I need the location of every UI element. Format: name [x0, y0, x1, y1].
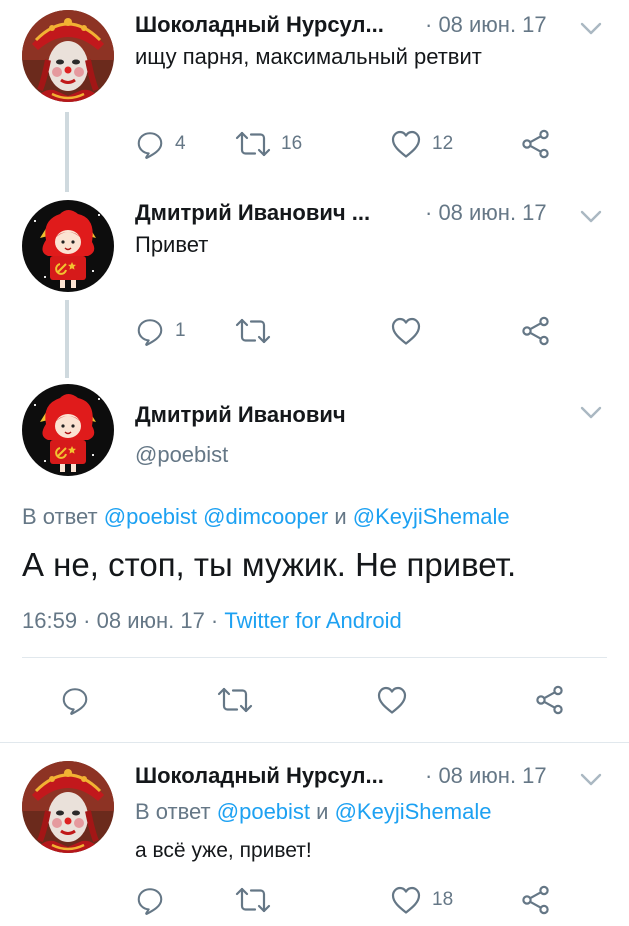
author-name[interactable]: Дмитрий Иванович	[135, 402, 346, 428]
share-button[interactable]	[520, 127, 552, 161]
reply-icon	[60, 685, 90, 715]
reply-count: 4	[175, 133, 186, 154]
mention-link[interactable]: @dimcooper	[203, 504, 328, 529]
tweet-actions: 18	[135, 883, 595, 917]
author-name[interactable]: Дмитрий Иванович ...	[135, 200, 370, 226]
share-icon	[520, 129, 552, 159]
share-icon	[520, 316, 552, 346]
heart-icon	[390, 885, 422, 915]
reply-context: В ответ @poebist @dimcooper и @KeyjiShem…	[22, 504, 510, 530]
reply-and: и	[316, 799, 329, 824]
mention-link[interactable]: @poebist	[104, 504, 197, 529]
tweet-actions	[60, 683, 580, 717]
share-button[interactable]	[520, 883, 552, 917]
reply-prefix: В ответ	[135, 799, 211, 824]
reply-button[interactable]	[60, 683, 90, 717]
reply-icon	[135, 885, 165, 915]
tweet-time[interactable]: 16:59 · 08 июн. 17 ·	[22, 608, 218, 633]
mention-link[interactable]: @poebist	[217, 799, 310, 824]
tweet-text: ищу парня, максимальный ретвит	[135, 44, 482, 69]
avatar[interactable]	[22, 761, 114, 853]
chevron-down-icon[interactable]	[580, 406, 602, 420]
reply-and: и	[334, 504, 347, 529]
like-button[interactable]	[390, 314, 422, 348]
retweet-button[interactable]	[235, 314, 271, 348]
heart-icon	[390, 129, 422, 159]
like-count: 18	[432, 889, 454, 910]
tweet-date[interactable]: · 08 июн. 17	[425, 763, 547, 789]
chevron-down-icon[interactable]	[580, 773, 602, 787]
tweet-source-link[interactable]: Twitter for Android	[224, 608, 401, 633]
divider	[22, 657, 607, 658]
tweet-actions: 4 16 12	[135, 127, 595, 161]
retweet-icon	[235, 317, 271, 345]
author-handle[interactable]: @poebist	[135, 442, 228, 468]
share-icon	[534, 685, 566, 715]
retweet-button[interactable]	[217, 683, 253, 717]
thread-line	[65, 300, 69, 378]
reply-icon	[135, 129, 165, 159]
tweet-text: а всё уже, привет!	[135, 839, 312, 862]
mention-link[interactable]: @KeyjiShemale	[353, 504, 510, 529]
retweet-icon	[235, 130, 271, 158]
share-button[interactable]	[534, 683, 566, 717]
share-icon	[520, 885, 552, 915]
tweet-2[interactable]: Дмитрий Иванович ... · 08 июн. 17 Привет…	[0, 190, 629, 380]
tweet-reply[interactable]: Шоколадный Нурсул... · 08 июн. 17 В отве…	[0, 743, 629, 926]
heart-icon	[376, 685, 408, 715]
reply-icon	[135, 316, 165, 346]
tweet-text: А не, стоп, ты мужик. Не привет.	[22, 546, 517, 583]
reply-button[interactable]: 1	[135, 314, 186, 348]
like-button[interactable]: 12	[390, 127, 453, 161]
author-name[interactable]: Шоколадный Нурсул...	[135, 763, 384, 789]
retweet-button[interactable]	[235, 883, 271, 917]
avatar[interactable]	[22, 384, 114, 476]
thread-line	[65, 112, 69, 192]
retweet-icon	[217, 686, 253, 714]
tweet-date[interactable]: · 08 июн. 17	[425, 12, 547, 38]
like-button[interactable]	[376, 683, 408, 717]
reply-prefix: В ответ	[22, 504, 98, 529]
retweet-count: 16	[281, 133, 303, 154]
avatar[interactable]	[22, 10, 114, 102]
tweet-1[interactable]: Шоколадный Нурсул... · 08 июн. 17 ищу па…	[0, 0, 629, 192]
reply-count: 1	[175, 320, 186, 341]
like-count: 12	[432, 133, 454, 154]
like-button[interactable]: 18	[390, 883, 453, 917]
mention-link[interactable]: @KeyjiShemale	[335, 799, 492, 824]
tweet-timestamp: 16:59 · 08 июн. 17 · Twitter for Android	[22, 608, 402, 634]
tweet-date[interactable]: · 08 июн. 17	[425, 200, 547, 226]
chevron-down-icon[interactable]	[580, 22, 602, 36]
reply-button[interactable]	[135, 883, 165, 917]
share-button[interactable]	[520, 314, 552, 348]
retweet-icon	[235, 886, 271, 914]
retweet-button[interactable]: 16	[235, 127, 302, 161]
heart-icon	[390, 316, 422, 346]
tweet-text: Привет	[135, 232, 209, 257]
reply-context: В ответ @poebist и @KeyjiShemale	[135, 799, 491, 825]
avatar[interactable]	[22, 200, 114, 292]
tweet-actions: 1	[135, 314, 595, 348]
chevron-down-icon[interactable]	[580, 210, 602, 224]
reply-button[interactable]: 4	[135, 127, 186, 161]
author-name[interactable]: Шоколадный Нурсул...	[135, 12, 384, 38]
focused-tweet: Дмитрий Иванович @poebist В ответ @poebi…	[0, 380, 629, 740]
